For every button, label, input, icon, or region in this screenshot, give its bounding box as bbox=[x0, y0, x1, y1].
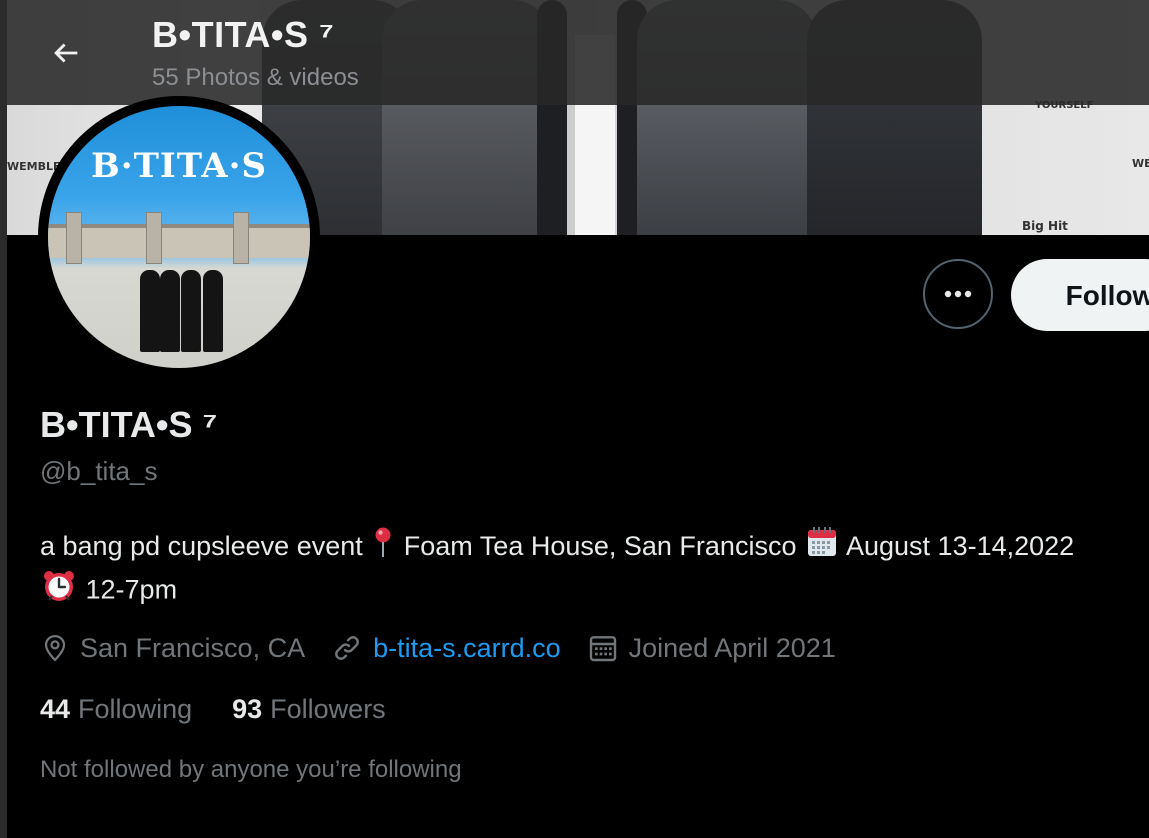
profile-joined: Joined April 2021 bbox=[587, 632, 836, 664]
link-icon bbox=[335, 636, 359, 660]
more-options-button[interactable] bbox=[923, 259, 993, 329]
profile-meta: San Francisco, CA b-tita-s.carrd.co Join… bbox=[40, 626, 862, 670]
avatar-person bbox=[140, 270, 160, 352]
alarm-clock-emoji bbox=[42, 569, 76, 614]
profile-page: WEMBLEY WE YOURSELF Big Hit B•TITA•S ⁷ 5… bbox=[0, 0, 1149, 838]
top-header-bar: B•TITA•S ⁷ 55 Photos & videos bbox=[7, 0, 1149, 105]
header-subtitle: 55 Photos & videos bbox=[152, 64, 359, 91]
arrow-left-icon bbox=[54, 43, 78, 63]
avatar-person bbox=[160, 270, 180, 352]
followers-count: 93 bbox=[232, 694, 263, 724]
followed-by-note: Not followed by anyone you’re following bbox=[40, 756, 462, 783]
bio-text: a bang pd cupsleeve event bbox=[40, 531, 363, 561]
followers-link[interactable]: 93 Followers bbox=[232, 694, 386, 725]
follow-button[interactable]: Follow bbox=[1011, 259, 1149, 331]
avatar-dam bbox=[48, 224, 310, 258]
avatar-person bbox=[181, 270, 201, 352]
header-title: B•TITA•S ⁷ bbox=[152, 14, 335, 55]
banner-wall-text-right: WE bbox=[1132, 157, 1149, 170]
bio-text: Foam Tea House, San Francisco bbox=[403, 531, 797, 561]
user-handle: @b_tita_s bbox=[40, 456, 158, 486]
joined-text: Joined April 2021 bbox=[628, 632, 836, 663]
avatar-person bbox=[203, 270, 223, 352]
profile-bio: a bang pd cupsleeve event Foam Tea House… bbox=[40, 526, 1100, 614]
following-link[interactable]: 44 Following bbox=[40, 694, 192, 725]
website-link[interactable]: b-tita-s.carrd.co bbox=[373, 633, 561, 664]
avatar-dam-pillar bbox=[146, 212, 162, 264]
calendar-icon bbox=[589, 636, 616, 662]
more-dots-icon bbox=[944, 290, 972, 298]
avatar-dam-pillar bbox=[233, 212, 249, 264]
window-edge bbox=[0, 0, 7, 838]
back-button[interactable] bbox=[45, 34, 87, 72]
bio-text: 12-7pm bbox=[85, 575, 178, 605]
following-label: Following bbox=[78, 694, 193, 724]
follow-stats: 44 Following 93 Followers bbox=[40, 694, 426, 725]
avatar[interactable]: B·TITA·S bbox=[38, 96, 320, 378]
location-text: San Francisco, CA bbox=[80, 632, 306, 663]
banner-wall-text-brand: Big Hit bbox=[1022, 219, 1068, 233]
location-pin-icon bbox=[44, 634, 66, 662]
bio-text: August 13-14,2022 bbox=[846, 531, 1075, 561]
round-pushpin-emoji bbox=[372, 526, 394, 569]
avatar-logo-text: B·TITA·S bbox=[91, 146, 267, 186]
avatar-image: B·TITA·S bbox=[48, 106, 310, 368]
following-count: 44 bbox=[40, 694, 71, 724]
profile-location: San Francisco, CA bbox=[40, 633, 305, 664]
avatar-dam-pillar bbox=[66, 212, 82, 264]
calendar-emoji bbox=[806, 526, 838, 569]
display-name: B•TITA•S ⁷ bbox=[40, 404, 218, 445]
profile-website: b-tita-s.carrd.co bbox=[331, 632, 561, 664]
followers-label: Followers bbox=[270, 694, 386, 724]
